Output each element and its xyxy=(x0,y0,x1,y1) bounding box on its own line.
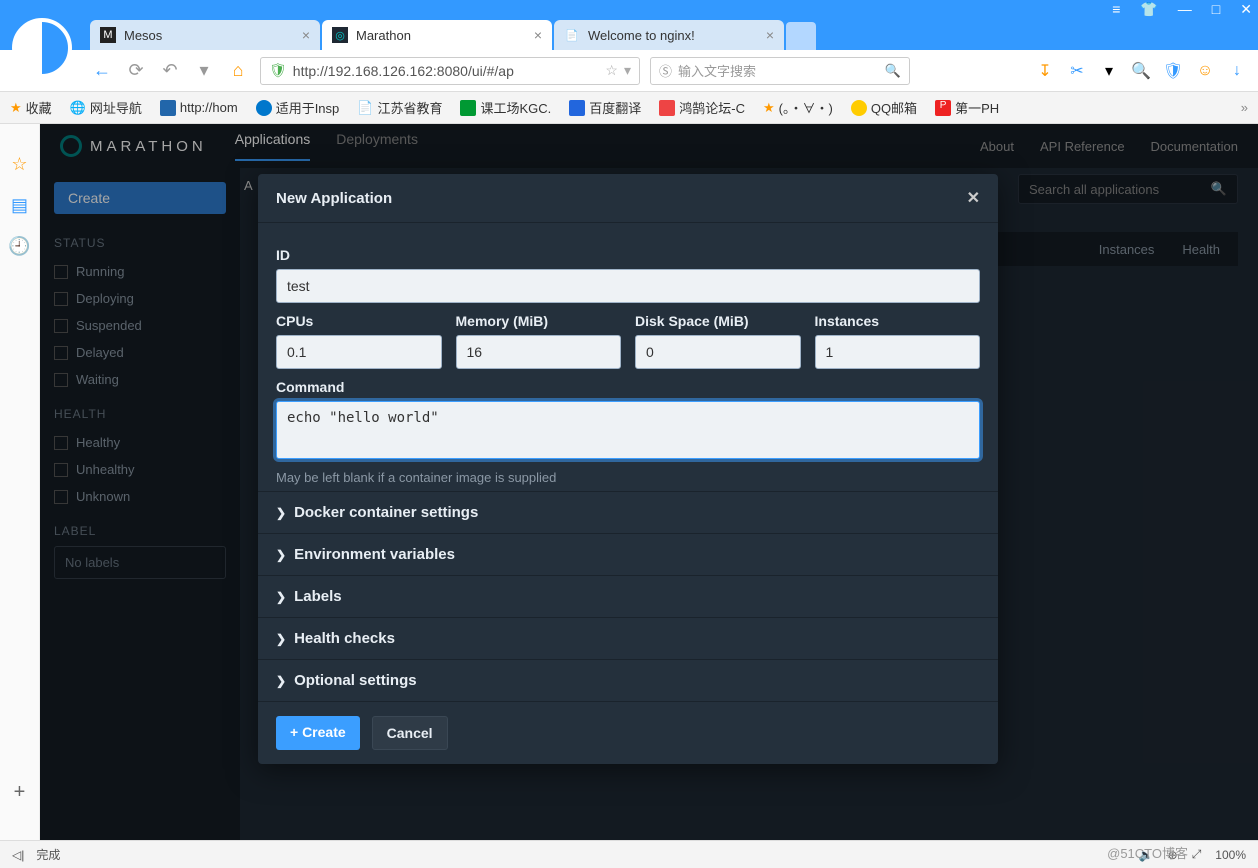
bookmark-item[interactable]: 🌐网址导航 xyxy=(70,98,142,117)
favicon-mesos: M xyxy=(100,27,116,43)
bookmark-item[interactable]: ★(。・∀・) xyxy=(763,98,833,117)
bookmark-item[interactable]: 鸿鹄论坛-C xyxy=(659,98,745,117)
face-icon[interactable]: ☺ xyxy=(1194,60,1216,82)
favorites-button[interactable]: ★收藏 xyxy=(10,98,52,117)
maximize-icon[interactable]: □ xyxy=(1212,1,1220,17)
shield-tool-icon[interactable]: 🛡 xyxy=(1162,60,1184,82)
bookmark-item[interactable]: http://hom xyxy=(160,100,238,116)
id-label: ID xyxy=(276,247,980,263)
browser-search-input[interactable]: Ⓢ 输入文字搜索 🔍 xyxy=(650,57,910,85)
memory-label: Memory (MiB) xyxy=(456,313,622,329)
url-text: http://192.168.126.162:8080/ui/#/ap xyxy=(293,63,514,79)
status-text: 完成 xyxy=(36,846,60,863)
create-submit-button[interactable]: + Create xyxy=(276,716,360,750)
bookmarks-bar: ★收藏 🌐网址导航 http://hom 适用于Insp 📄江苏省教育 课工场K… xyxy=(0,92,1258,124)
home-button[interactable]: ⌂ xyxy=(226,60,250,81)
chevron-right-icon: ❯ xyxy=(276,674,286,688)
tab-close-icon[interactable]: × xyxy=(766,27,774,43)
browser-tabs: M Mesos × ◎ Marathon × 📄 Welcome to ngin… xyxy=(0,18,1258,50)
modal-accordion: ❯Docker container settings ❯Environment … xyxy=(258,491,998,702)
chevron-right-icon: ❯ xyxy=(276,632,286,646)
cpus-input[interactable] xyxy=(276,335,442,369)
fullscreen-icon[interactable]: ⤢ xyxy=(1192,847,1202,862)
tab-marathon[interactable]: ◎ Marathon × xyxy=(322,20,552,50)
undo-button[interactable]: ↶ xyxy=(158,60,182,81)
status-bar: ◁| 完成 🔈 ⊕ ⤢ 100% xyxy=(0,840,1258,868)
instances-input[interactable] xyxy=(815,335,981,369)
new-tab-button[interactable] xyxy=(786,22,816,50)
favicon-marathon: ◎ xyxy=(332,27,348,43)
star-icon[interactable]: ☆ xyxy=(11,154,27,175)
scissors-icon[interactable]: ✂ xyxy=(1066,60,1088,82)
bookmark-item[interactable]: 课工场KGC. xyxy=(460,98,551,117)
search-icon[interactable]: 🔍 xyxy=(885,63,901,79)
acc-env[interactable]: ❯Environment variables xyxy=(258,534,998,576)
download-icon[interactable]: ↧ xyxy=(1034,60,1056,82)
tab-label: Mesos xyxy=(124,28,162,43)
acc-labels[interactable]: ❯Labels xyxy=(258,576,998,618)
star-icon[interactable]: ☆ xyxy=(605,62,618,79)
search-engine-icon: Ⓢ xyxy=(659,61,672,80)
search-tool-icon[interactable]: 🔍 xyxy=(1130,60,1152,82)
url-input[interactable]: 🛡 http://192.168.126.162:8080/ui/#/ap ☆ … xyxy=(260,57,640,85)
dropdown-icon[interactable]: ▾ xyxy=(1098,60,1120,82)
chevron-right-icon: ❯ xyxy=(276,590,286,604)
chevron-right-icon: ❯ xyxy=(276,506,286,520)
bookmark-item[interactable]: QQ邮箱 xyxy=(851,98,917,117)
modal-close-icon[interactable]: ✕ xyxy=(967,188,980,208)
tab-label: Marathon xyxy=(356,28,411,43)
acc-optional[interactable]: ❯Optional settings xyxy=(258,660,998,702)
tab-close-icon[interactable]: × xyxy=(534,27,542,43)
command-label: Command xyxy=(276,379,980,395)
menu-icon[interactable]: ≡ xyxy=(1112,1,1120,17)
favicon-nginx: 📄 xyxy=(564,27,580,43)
browser-side-strip: ☆ ▤ 🕘 + xyxy=(0,124,40,840)
memory-input[interactable] xyxy=(456,335,622,369)
refresh-button[interactable]: ⟳ xyxy=(124,60,148,81)
modal-title: New Application xyxy=(276,190,392,207)
cpus-label: CPUs xyxy=(276,313,442,329)
id-input[interactable] xyxy=(276,269,980,303)
acc-health[interactable]: ❯Health checks xyxy=(258,618,998,660)
clock-icon[interactable]: 🕘 xyxy=(8,236,30,257)
minimize-icon[interactable]: — xyxy=(1178,1,1192,17)
command-hint: May be left blank if a container image i… xyxy=(276,470,980,485)
bookmark-item[interactable]: 适用于Insp xyxy=(256,98,340,117)
shield-icon: 🛡 xyxy=(269,62,287,79)
marathon-app: MARATHON Applications Deployments About … xyxy=(40,124,1258,840)
browser-logo xyxy=(12,18,72,78)
command-input[interactable] xyxy=(276,401,980,459)
disk-input[interactable] xyxy=(635,335,801,369)
tab-mesos[interactable]: M Mesos × xyxy=(90,20,320,50)
add-panel-icon[interactable]: + xyxy=(14,781,26,804)
bookmark-item[interactable]: 📄江苏省教育 xyxy=(357,98,442,117)
watermark: @51CTO博客 xyxy=(1107,843,1188,862)
status-left-icon[interactable]: ◁| xyxy=(12,848,24,862)
disk-label: Disk Space (MiB) xyxy=(635,313,801,329)
acc-docker[interactable]: ❯Docker container settings xyxy=(258,492,998,534)
bookmark-item[interactable]: 百度翻译 xyxy=(569,98,641,117)
close-icon[interactable]: ✕ xyxy=(1240,1,1252,18)
search-placeholder: 输入文字搜索 xyxy=(678,61,756,80)
zoom-level[interactable]: 100% xyxy=(1215,848,1246,862)
instances-label: Instances xyxy=(815,313,981,329)
chevron-right-icon: ❯ xyxy=(276,548,286,562)
theme-icon[interactable]: 👕 xyxy=(1140,1,1157,18)
cancel-button[interactable]: Cancel xyxy=(372,716,448,750)
book-icon[interactable]: ▤ xyxy=(11,195,28,216)
tab-label: Welcome to nginx! xyxy=(588,28,695,43)
window-controls: ≡ 👕 — □ ✕ xyxy=(0,0,1258,18)
address-bar-row: ← ⟳ ↶ ▾ ⌂ 🛡 http://192.168.126.162:8080/… xyxy=(0,50,1258,92)
tab-close-icon[interactable]: × xyxy=(302,27,310,43)
arrow-down-icon[interactable]: ↓ xyxy=(1226,60,1248,82)
tab-nginx[interactable]: 📄 Welcome to nginx! × xyxy=(554,20,784,50)
back-button[interactable]: ← xyxy=(90,60,114,81)
new-application-modal: New Application ✕ ID CPUs Memory (MiB) D… xyxy=(258,174,998,764)
bookmarks-more-icon[interactable]: » xyxy=(1241,100,1248,115)
bookmark-item[interactable]: P第一PH xyxy=(935,98,999,117)
